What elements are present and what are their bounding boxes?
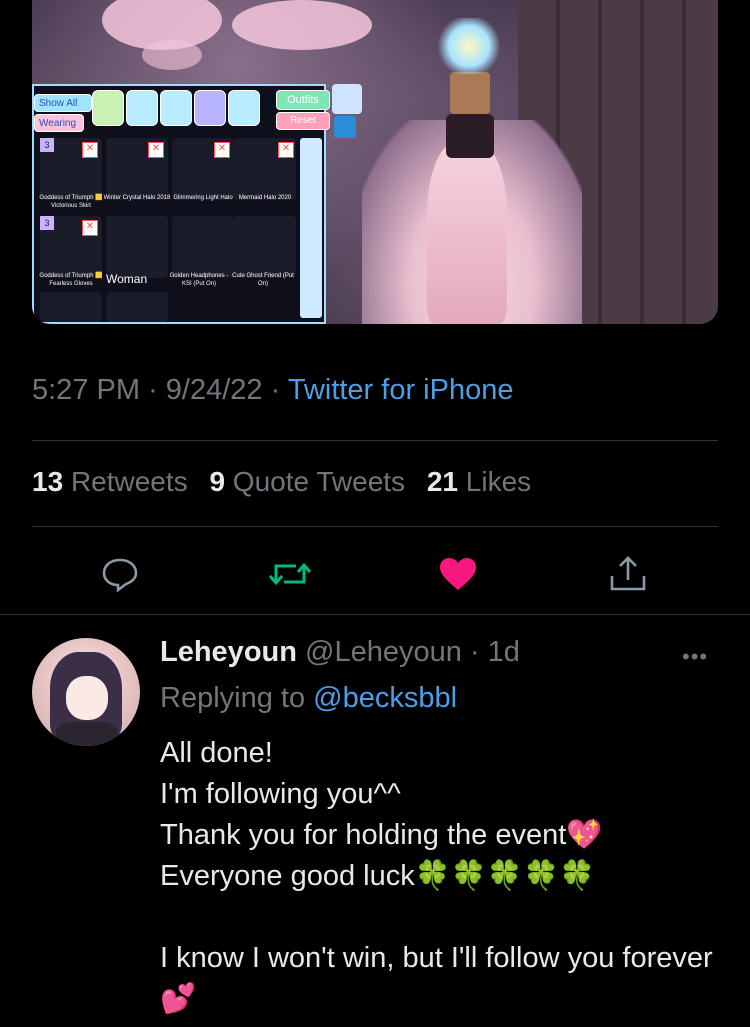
cherry-blossom [232,0,372,50]
reply-text: All done! I'm following you^^ Thank you … [160,737,713,1015]
wardrobe-panel: Show All Wearing Outfits Reset 3 ✕ Godde… [32,84,330,324]
show-all-button[interactable]: Show All [34,94,92,112]
replying-to-prefix: Replying to [160,682,306,714]
item-tile[interactable] [40,292,102,322]
comment-icon [102,558,138,593]
remove-icon[interactable]: ✕ [82,142,98,158]
item-name: Woman [106,272,148,286]
divider [32,526,718,527]
cherry-blossom [142,40,202,70]
item-name: Mermaid Halo 2020 [238,195,292,201]
item-tile[interactable] [106,216,168,278]
quotes-count: 9 [209,466,226,497]
item-count-badge: 3 [40,216,54,230]
item-tile[interactable] [234,216,296,278]
divider [0,614,750,615]
likes-count: 21 [426,466,458,497]
retweets-count: 13 [32,466,64,497]
remove-icon[interactable]: ✕ [148,142,164,158]
tweet-timestamp: 5:27 PM · 9/24/22 · Twitter for iPhone [32,374,514,406]
item-name: Winter Crystal Halo 2018 [103,195,171,201]
replying-to-line: Replying to @becksbbl [160,682,457,715]
avatar[interactable] [32,638,140,746]
remove-icon[interactable]: ✕ [214,142,230,158]
item-count-badge: 3 [40,138,54,152]
remove-icon[interactable]: ✕ [82,220,98,236]
item-name: Cute Ghost Friend (Put On) [232,273,294,287]
tweet-media-image[interactable]: Show All Wearing Outfits Reset 3 ✕ Godde… [32,0,718,324]
avatar-dress [427,140,507,324]
dress-category-icon[interactable] [126,90,158,126]
hair-category-icon[interactable] [194,90,226,126]
divider [32,440,718,441]
avatar-body [56,722,118,746]
wardrobe-scrollbar[interactable] [300,138,322,318]
retweet-icon [268,562,312,586]
tweet-time: 5:27 PM [32,374,140,406]
retweets-stat[interactable]: 13 Retweets [32,466,188,497]
share-button[interactable] [608,556,648,592]
likes-stat[interactable]: 21 Likes [427,466,531,497]
like-button[interactable] [438,556,478,592]
wearing-button[interactable]: Wearing [34,114,84,132]
outfits-button[interactable]: Outfits [276,90,330,110]
item-name: Golden Headphones - KSI (Put On) [169,273,229,287]
shoes-category-icon[interactable] [160,90,192,126]
tweet-date: 9/24/22 [165,374,263,406]
tweet-source-link[interactable]: Twitter for iPhone [288,374,514,406]
remove-icon[interactable]: ✕ [278,142,294,158]
avatar-halo [434,18,504,74]
likes-label: Likes [465,466,532,497]
avatar-face [66,676,108,720]
item-tile[interactable] [106,292,168,322]
reply-author-name[interactable]: Leheyoun [160,636,297,668]
item-tile[interactable] [172,216,234,278]
avatar-vest [446,114,494,158]
reply-age: 1d [487,636,520,668]
item-name: Goddess of Triumph 🟨 Fearless Gloves [39,273,103,287]
refresh-icon[interactable] [334,116,356,138]
reset-button[interactable]: Reset [276,112,330,130]
item-name: Glimmering Light Halo [173,195,233,201]
share-icon [610,556,646,591]
accessory-category-icon[interactable] [228,90,260,126]
reply-button[interactable] [100,556,140,593]
reply-header: Leheyoun @Leheyoun · 1d [160,636,520,668]
quotes-label: Quote Tweets [232,466,406,497]
tweet-stats: 13 Retweets 9 Quote Tweets 21 Likes [32,466,531,498]
wings-category-icon[interactable] [92,90,124,126]
quote-tweets-stat[interactable]: 9 Quote Tweets [209,466,405,497]
avatar-head [450,72,490,114]
more-options-icon[interactable]: ••• [682,644,708,670]
reply-author-handle[interactable]: @Leheyoun [305,636,462,668]
retweet-button[interactable] [268,556,312,592]
retweets-label: Retweets [70,466,188,497]
item-name: Goddess of Triumph 🟨 Victorious Skirt [39,195,103,209]
heart-icon [440,558,476,590]
search-icon[interactable] [332,84,362,114]
replying-to-mention[interactable]: @becksbbl [313,682,457,714]
